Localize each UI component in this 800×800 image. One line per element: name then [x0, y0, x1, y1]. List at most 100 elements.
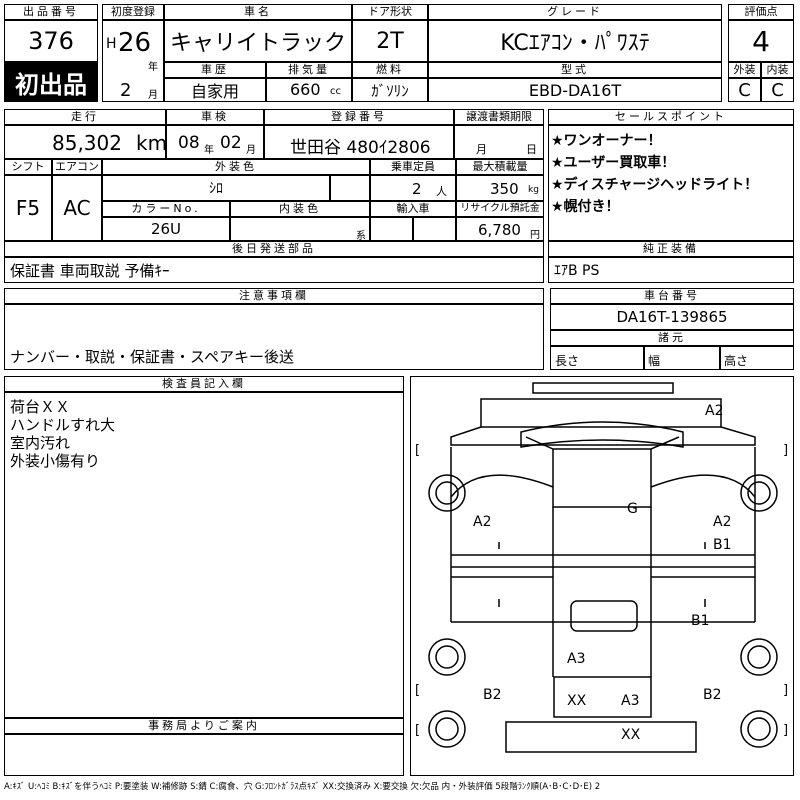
dims-label: 諸元 [550, 330, 794, 346]
max-load-label: 最大積載量 [456, 159, 544, 175]
car-name-value: キャリイトラック [169, 31, 346, 56]
first-reg-year-unit: 年 [148, 62, 158, 73]
color-no-value: 26U [150, 220, 182, 238]
equipment-label: 純正装備 [548, 241, 794, 257]
interior-grade-value: C [771, 79, 784, 101]
notes-label: 注意事項欄 [4, 288, 544, 304]
shift-value: F5 [15, 196, 41, 220]
color-no-label: カラーNo. [102, 201, 230, 217]
interior-color-unit: 系 [356, 231, 366, 242]
import-box-2 [413, 217, 456, 241]
legend-text: A:ｷｽﾞ U:ﾍｺﾐ B:ｷｽﾞを伴うﾍｺﾐ P:要塗装 W:補修跡 S:錆 … [4, 782, 601, 792]
office-label: 事務局よりご案内 [4, 718, 404, 734]
first-reg-month: 2 [120, 80, 132, 101]
inspection-label: 車検 [166, 109, 264, 125]
equipment-value: ｴｱB PS [554, 263, 600, 279]
aircon-label: エアコン [52, 159, 102, 175]
transfer-day-unit: 日 [526, 143, 537, 156]
recycle-label: リサイクル預託金 [456, 201, 544, 217]
later-parts-value: 保証書 車両取説 予備ｷｰ [10, 261, 170, 280]
chassis-value: DA16T-139865 [616, 308, 728, 326]
damage-mark: A2 [473, 514, 492, 530]
first-reg-label: 初度登録 [102, 4, 164, 20]
aircon-value: AC [63, 196, 91, 220]
bracket-left-top: [ [415, 443, 421, 458]
bracket-right-top: ] [783, 443, 789, 458]
mileage-value: 85,302 [52, 131, 122, 155]
damage-mark: A3 [567, 651, 586, 667]
chassis-label: 車台番号 [550, 288, 794, 304]
recycle-unit: 円 [530, 230, 540, 241]
damage-mark: A3 [621, 693, 640, 709]
exterior-grade-label: 外装 [728, 62, 761, 78]
doors-value: 2T [376, 28, 404, 54]
bracket-left-mid: [ [415, 683, 421, 698]
lot-label: 出品番号 [4, 4, 98, 20]
history-label: 車歴 [164, 62, 266, 78]
truck-outline-diagram [428, 382, 778, 753]
fuel-value: ｶﾞｿﾘﾝ [371, 81, 409, 100]
sales-point-1: ★ワンオーナー！ [551, 133, 662, 149]
grade-value: KCｴｱｺﾝ・ﾊﾟﾜｽﾃ [500, 31, 650, 56]
displacement-unit: cc [330, 86, 341, 97]
displacement-label: 排気量 [266, 62, 352, 78]
damage-mark: XX [567, 693, 587, 709]
exterior-grade-value: C [738, 79, 751, 101]
interior-color-label: 内装色 [230, 201, 370, 217]
bracket-left-bot: [ [415, 723, 421, 738]
inspector-line-4: 外装小傷有り [10, 452, 101, 470]
bracket-right-mid: ] [783, 683, 789, 698]
damage-mark: B1 [691, 613, 710, 629]
damage-diagram-frame: [ ] [ ] [ ] A2 A2 A2 B1 G B1 A3 B2 B2 XX… [410, 376, 794, 776]
grade-label: グレード [428, 4, 722, 20]
inspector-label: 検査員記入欄 [4, 376, 404, 392]
dims-width-label: 幅 [648, 354, 661, 368]
first-reg-year: 26 [118, 28, 152, 58]
transfer-label: 譲渡書類期限 [454, 109, 544, 125]
car-name-label: 車名 [164, 4, 352, 20]
color-value: ｼﾛ [209, 181, 223, 197]
displacement-value: 660 [290, 80, 321, 99]
damage-mark: B1 [713, 537, 732, 553]
shift-label: シフト [4, 159, 52, 175]
inspection-year-unit: 年 [204, 145, 214, 156]
interior-color-box [230, 217, 370, 241]
score-value: 4 [752, 24, 770, 58]
dims-height-label: 高さ [724, 354, 749, 368]
inspection-month: 02 [220, 133, 242, 153]
transfer-month-unit: 月 [476, 143, 487, 156]
first-listing-badge: 初出品 [4, 62, 98, 102]
damage-mark: A2 [705, 403, 724, 419]
damage-mark: A2 [713, 514, 732, 530]
capacity-label: 乗車定員 [370, 159, 456, 175]
doors-label: ドア形状 [352, 4, 428, 20]
bracket-right-bot: ] [783, 723, 789, 738]
inspection-year: 08 [178, 133, 200, 153]
color-box-2 [330, 175, 370, 201]
sales-point-2: ★ユーザー買取車！ [551, 155, 676, 171]
sales-points-label: セールスポイント [548, 109, 794, 125]
first-reg-era: H [106, 36, 117, 52]
later-parts-label: 後日発送部品 [4, 241, 544, 257]
model-label: 型式 [428, 62, 722, 78]
import-label: 輸入車 [370, 201, 456, 217]
first-reg-month-unit: 月 [148, 90, 158, 101]
plate-label: 登録番号 [264, 109, 454, 125]
capacity-value: 2 [412, 180, 422, 198]
mileage-unit: km [136, 131, 168, 155]
damage-mark: XX [621, 727, 641, 743]
interior-grade-label: 内装 [761, 62, 794, 78]
score-label: 評価点 [728, 4, 794, 20]
notes-value: ナンバー・取説・保証書・スペアキー後送 [10, 348, 294, 366]
model-value: EBD-DA16T [528, 80, 622, 100]
recycle-value: 6,780 [478, 221, 521, 239]
mileage-label: 走行 [4, 109, 166, 125]
sales-point-4: ★幌付き！ [551, 199, 620, 215]
damage-mark: B2 [703, 687, 722, 703]
damage-mark: G [627, 501, 638, 517]
capacity-unit: 人 [436, 185, 447, 198]
lot-value: 376 [28, 27, 74, 55]
color-label: 外装色 [102, 159, 370, 175]
inspection-month-unit: 月 [246, 145, 256, 156]
import-box [370, 217, 413, 241]
